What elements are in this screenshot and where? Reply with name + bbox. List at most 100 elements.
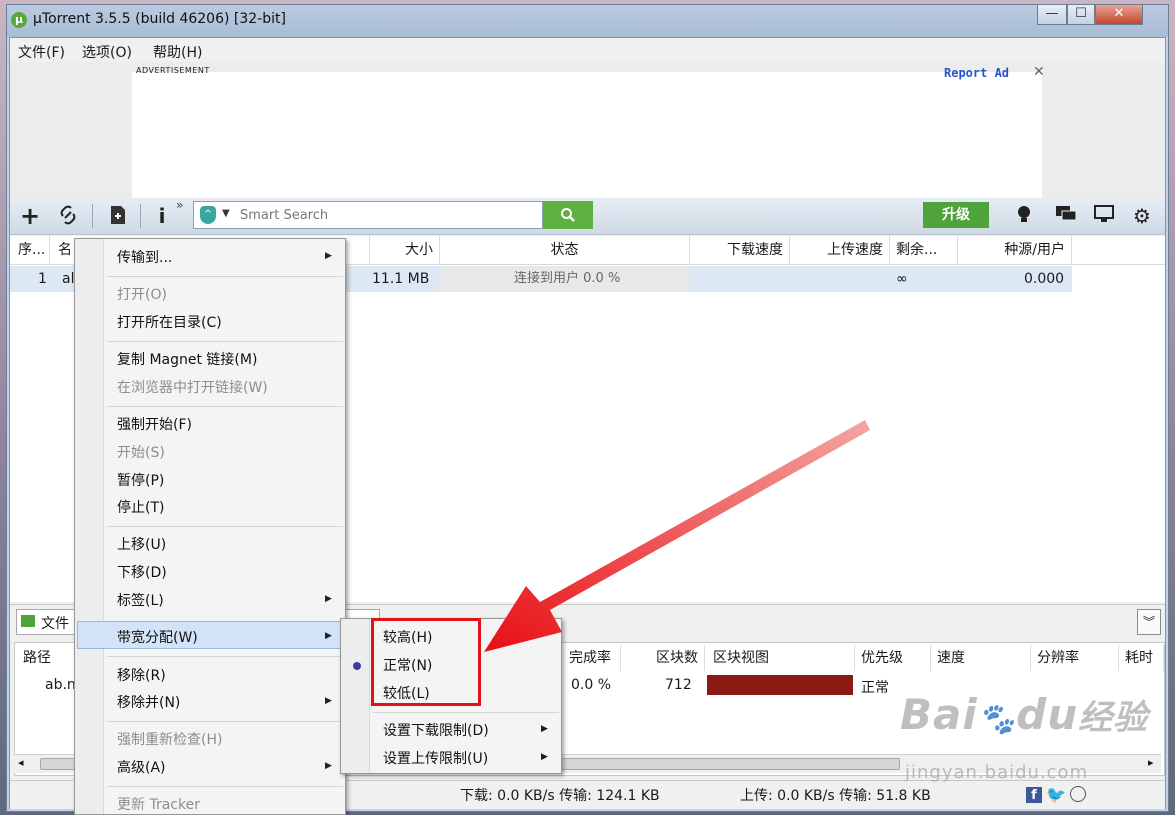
close-button[interactable]: ✕ bbox=[1095, 5, 1143, 25]
ctx-labels[interactable]: 标签(L) bbox=[117, 590, 164, 610]
toolbar-more-icon[interactable]: » bbox=[176, 198, 183, 212]
context-menu-gutter bbox=[75, 239, 104, 814]
ctx-update-tracker[interactable]: 更新 Tracker bbox=[117, 794, 200, 814]
ad-label: ADVERTISEMENT bbox=[136, 66, 210, 75]
watermark-url: jingyan.baidu.com bbox=[905, 762, 1089, 783]
submenu-arrow-icon: ▶ bbox=[325, 761, 332, 771]
bulb-icon[interactable] bbox=[1012, 204, 1036, 228]
scroll-left-icon[interactable]: ◂ bbox=[18, 756, 24, 769]
ctx-remove-and[interactable]: 移除并(N) bbox=[117, 692, 180, 712]
menu-separator bbox=[107, 276, 343, 277]
menu-separator bbox=[107, 526, 343, 527]
torrent-remaining: ∞ bbox=[896, 271, 908, 287]
ctx-open-folder[interactable]: 打开所在目录(C) bbox=[117, 312, 222, 332]
column-status[interactable]: 状态 bbox=[440, 236, 690, 264]
ad-close-icon[interactable]: ✕ bbox=[1033, 64, 1045, 80]
set-download-limit[interactable]: 设置下载限制(D) bbox=[383, 720, 489, 740]
file-column-speed[interactable]: 速度 bbox=[931, 645, 1031, 671]
ctx-remove[interactable]: 移除(R) bbox=[117, 665, 166, 685]
torrent-name: al bbox=[62, 271, 75, 287]
remote-icon[interactable] bbox=[1092, 204, 1116, 228]
create-torrent-icon[interactable] bbox=[106, 204, 130, 228]
twitter-icon[interactable]: 🐦 bbox=[1046, 785, 1066, 804]
ctx-open-in-browser[interactable]: 在浏览器中打开链接(W) bbox=[117, 377, 268, 397]
submenu-arrow-icon: ▶ bbox=[325, 594, 332, 604]
ctx-pause[interactable]: 暂停(P) bbox=[117, 470, 164, 490]
ctx-copy-magnet[interactable]: 复制 Magnet 链接(M) bbox=[117, 349, 257, 369]
column-upload-speed[interactable]: 上传速度 bbox=[790, 236, 890, 264]
submenu-arrow-icon: ▶ bbox=[325, 696, 332, 706]
add-link-icon[interactable] bbox=[56, 204, 80, 228]
search-button[interactable] bbox=[543, 201, 593, 229]
files-tab-icon bbox=[21, 615, 35, 627]
settings-gear-icon[interactable]: ⚙ bbox=[1130, 204, 1154, 228]
toolbar-separator bbox=[92, 204, 93, 228]
smart-search-box[interactable]: ^ ▼ Smart Search bbox=[193, 201, 543, 229]
column-seeds-peers[interactable]: 种源/用户 bbox=[958, 236, 1072, 264]
report-ad-link[interactable]: Report Ad bbox=[944, 66, 1009, 80]
submenu-arrow-icon: ▶ bbox=[325, 251, 332, 261]
submenu-arrow-icon: ▶ bbox=[541, 724, 548, 734]
file-column-resolution[interactable]: 分辨率 bbox=[1031, 645, 1119, 671]
ctx-open[interactable]: 打开(O) bbox=[117, 284, 167, 304]
menu-separator bbox=[107, 341, 343, 342]
utorrent-logo-icon: µ bbox=[11, 12, 27, 28]
ctx-bandwidth-allocation[interactable]: 带宽分配(W) bbox=[117, 627, 198, 647]
submenu-gutter bbox=[341, 619, 370, 773]
menu-options[interactable]: 选项(O) bbox=[82, 42, 132, 62]
upgrade-button[interactable]: 升级 bbox=[923, 202, 989, 228]
ctx-move-up[interactable]: 上移(U) bbox=[117, 534, 166, 554]
watermark-brand2: du bbox=[1016, 690, 1079, 739]
ctx-advanced[interactable]: 高级(A) bbox=[117, 757, 166, 777]
info-icon[interactable]: i bbox=[150, 204, 174, 228]
annotation-highlight-box bbox=[371, 618, 481, 706]
upload-status[interactable]: 上传: 0.0 KB/s 传输: 51.8 KB bbox=[740, 785, 931, 805]
watermark-brand3: 经验 bbox=[1078, 698, 1149, 738]
ad-panel: ADVERTISEMENT Report Ad ✕ bbox=[10, 62, 1165, 202]
ctx-move-down[interactable]: 下移(D) bbox=[117, 562, 167, 582]
toolbar-separator bbox=[140, 204, 141, 228]
file-path[interactable]: ab.n bbox=[45, 677, 76, 693]
globe-icon[interactable] bbox=[1070, 786, 1086, 802]
download-status[interactable]: 下载: 0.0 KB/s 传输: 124.1 KB bbox=[460, 785, 660, 805]
scroll-right-icon[interactable]: ▸ bbox=[1148, 756, 1154, 769]
file-column-time[interactable]: 耗时 bbox=[1119, 645, 1164, 671]
selected-radio-icon bbox=[353, 662, 361, 670]
submenu-arrow-icon: ▶ bbox=[325, 631, 332, 641]
ctx-start[interactable]: 开始(S) bbox=[117, 442, 165, 462]
add-torrent-icon[interactable]: + bbox=[18, 204, 42, 228]
facebook-icon[interactable]: f bbox=[1026, 787, 1042, 803]
ctx-transfer-to[interactable]: 传输到... bbox=[117, 247, 172, 267]
file-pieces: 712 bbox=[665, 677, 692, 693]
title-bar[interactable]: µ µTorrent 3.5.5 (build 46206) [32-bit] … bbox=[7, 5, 1168, 37]
watermark-brand: Bai bbox=[900, 690, 978, 739]
maximize-button[interactable]: ☐ bbox=[1067, 5, 1095, 25]
menu-separator bbox=[107, 656, 343, 657]
column-remaining[interactable]: 剩余... bbox=[890, 236, 958, 264]
ad-area[interactable] bbox=[132, 72, 1042, 198]
menu-help[interactable]: 帮助(H) bbox=[153, 42, 202, 62]
column-index[interactable]: 序... bbox=[10, 236, 50, 264]
torrent-context-menu: 传输到... ▶ 打开(O) 打开所在目录(C) 复制 Magnet 链接(M)… bbox=[74, 238, 346, 815]
search-input[interactable]: Smart Search bbox=[240, 208, 328, 223]
menu-separator bbox=[107, 406, 343, 407]
ctx-force-recheck[interactable]: 强制重新检查(H) bbox=[117, 729, 222, 749]
ctx-stop[interactable]: 停止(T) bbox=[117, 497, 164, 517]
search-shield-icon: ^ bbox=[200, 206, 216, 224]
set-upload-limit[interactable]: 设置上传限制(U) bbox=[383, 748, 488, 768]
menu-bar: 文件(F) 选项(O) 帮助(H) bbox=[10, 38, 1165, 62]
torrent-ratio: 0.000 bbox=[1024, 271, 1065, 287]
menu-file[interactable]: 文件(F) bbox=[18, 42, 65, 62]
column-download-speed[interactable]: 下载速度 bbox=[690, 236, 790, 264]
minimize-button[interactable]: — bbox=[1037, 5, 1067, 25]
search-dropdown-icon[interactable]: ▼ bbox=[222, 208, 230, 219]
expand-details-button[interactable]: ︾ bbox=[1137, 609, 1161, 635]
baidu-watermark: Bai🐾du经验 bbox=[900, 690, 1148, 739]
torrent-size: 11.1 MB bbox=[372, 271, 430, 287]
menu-separator bbox=[373, 712, 559, 713]
ctx-force-start[interactable]: 强制开始(F) bbox=[117, 414, 192, 434]
column-size[interactable]: 大小 bbox=[370, 236, 440, 264]
file-percent: 0.0 % bbox=[571, 677, 612, 693]
torrent-status: 连接到用户 0.0 % bbox=[514, 271, 621, 286]
chat-icon[interactable] bbox=[1054, 204, 1078, 228]
